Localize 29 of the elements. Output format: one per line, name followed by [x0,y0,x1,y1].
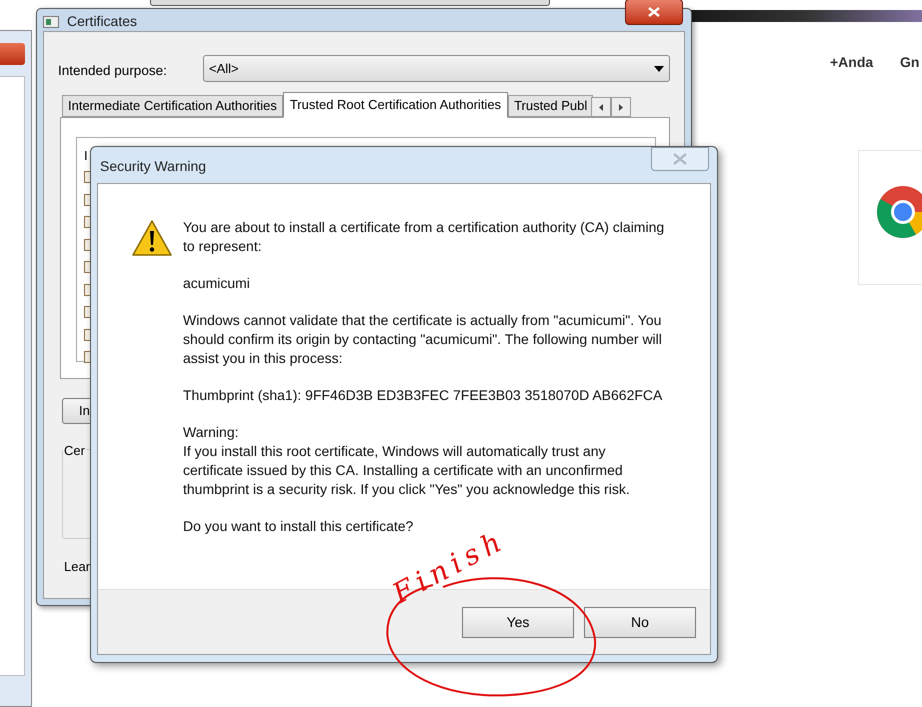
tab[interactable]: Trusted Publ [508,95,594,117]
tab-scroll-buttons[interactable] [591,97,632,117]
circular-logo-icon [876,185,922,239]
intended-purpose-dropdown[interactable]: <All> [203,55,670,82]
dialog-text: acumicumi [183,274,251,293]
close-icon [648,7,660,17]
tab[interactable]: Trusted Root Certification Authorities [282,92,508,118]
dialog-text: Warning: If you install this root certificate, Windows will automatically trust any certificate issued by this CA. Installing a certificate with an unconfirmed thumbprint is a security risk. If you click "Yes" you acknowledge this risk. [183,423,631,499]
left-arrow-icon [599,104,604,110]
intended-purpose-label: Intended purpose: [58,62,167,80]
dialog-text: Windows cannot validate that the certificate is actually from "acumicumi". You should confirm its origin by contacting "acumicumi". The following number will assist you in this process: [183,311,663,368]
tab[interactable]: Intermediate Certification Authorities [62,95,283,117]
column-header: I [84,147,88,165]
dialog-title: Security Warning [100,157,206,176]
nav-link[interactable]: Gn [900,52,920,73]
close-icon [673,153,687,165]
learn-more-link[interactable]: Lear [64,557,90,576]
certificate-icon [43,16,59,28]
warning-icon [131,219,173,257]
profile-link[interactable]: +Anda [830,52,874,73]
right-arrow-icon [619,104,624,110]
dropdown-arrow-icon [654,66,664,72]
window-title: Certificates [67,12,138,31]
dialog-text: You are about to install a certificate from a certification authority (CA) claiming to represent: [183,218,666,256]
dialog-text: Do you want to install this certificate? [183,517,414,534]
dialog-text: Thumbprint (sha1): 9FF46D3B ED3B3FEC 7FEE3B03 3518070D AB662FCA [183,386,664,405]
close-button[interactable] [625,0,683,25]
dialog-button[interactable]: Yes [462,606,574,638]
dialog-button[interactable]: No [584,606,696,638]
